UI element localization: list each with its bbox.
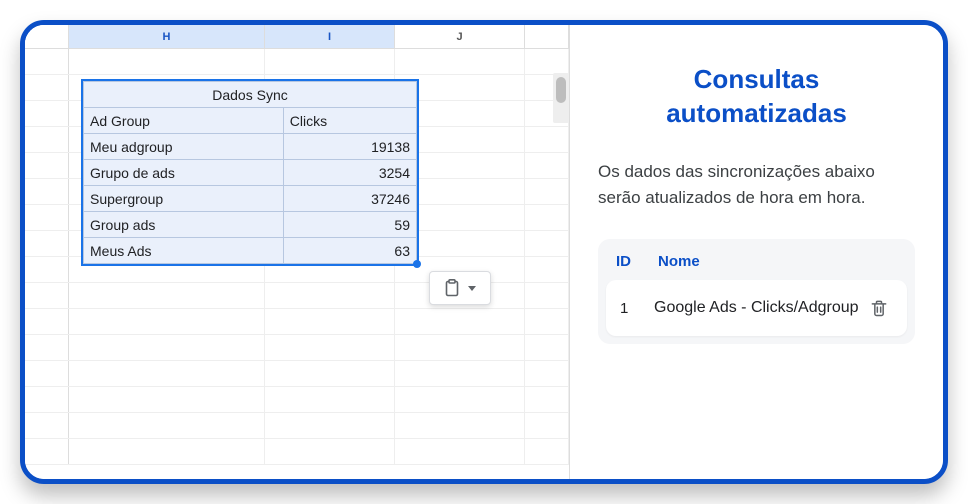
table-title-cell[interactable]: Dados Sync — [84, 82, 417, 108]
queries-card: ID Nome 1 Google Ads - Clicks/Adgroup — [598, 239, 915, 344]
trash-icon — [869, 298, 889, 318]
cell-clicks[interactable]: 59 — [283, 212, 416, 238]
table-row: Meu adgroup 19138 — [84, 134, 417, 160]
queries-header: ID Nome — [598, 239, 915, 280]
cell-adgroup[interactable]: Group ads — [84, 212, 284, 238]
cell-clicks[interactable]: 37246 — [283, 186, 416, 212]
query-id: 1 — [620, 300, 654, 317]
app-frame: H I J — [20, 20, 948, 484]
delete-query-button[interactable] — [865, 294, 893, 322]
clipboard-icon — [444, 279, 460, 297]
table-row: Group ads 59 — [84, 212, 417, 238]
cell-clicks[interactable]: 63 — [283, 238, 416, 264]
sidebar-title-line1: Consultas — [694, 64, 820, 94]
column-header-H[interactable]: H — [69, 25, 265, 48]
chevron-down-icon — [468, 286, 476, 291]
cell-clicks[interactable]: 3254 — [283, 160, 416, 186]
origin-cell[interactable] — [25, 25, 69, 48]
spreadsheet-pane: H I J — [25, 25, 570, 479]
scrollbar-thumb[interactable] — [556, 77, 566, 103]
header-clicks[interactable]: Clicks — [283, 108, 416, 134]
table-row: Meus Ads 63 — [84, 238, 417, 264]
column-header-I[interactable]: I — [265, 25, 395, 48]
selection-handle[interactable] — [413, 260, 421, 268]
cell-adgroup[interactable]: Supergroup — [84, 186, 284, 212]
cell-adgroup[interactable]: Grupo de ads — [84, 160, 284, 186]
sidebar-title-line2: automatizadas — [666, 98, 847, 128]
cell-adgroup[interactable]: Meu adgroup — [84, 134, 284, 160]
paste-options-button[interactable] — [429, 271, 491, 305]
queries-header-id: ID — [616, 253, 658, 270]
query-name: Google Ads - Clicks/Adgroup — [654, 297, 865, 319]
header-adgroup[interactable]: Ad Group — [84, 108, 284, 134]
cell-adgroup[interactable]: Meus Ads — [84, 238, 284, 264]
column-header-extra[interactable] — [525, 25, 569, 48]
queries-header-name: Nome — [658, 253, 897, 270]
data-table: Dados Sync Ad Group Clicks Meu adgroup 1… — [83, 81, 417, 264]
vertical-scrollbar[interactable] — [553, 73, 569, 123]
column-headers: H I J — [25, 25, 569, 49]
sidebar-title: Consultas automatizadas — [598, 63, 915, 131]
table-row: Grupo de ads 3254 — [84, 160, 417, 186]
cell-clicks[interactable]: 19138 — [283, 134, 416, 160]
column-header-J[interactable]: J — [395, 25, 525, 48]
query-row[interactable]: 1 Google Ads - Clicks/Adgroup — [606, 280, 907, 336]
selection-range: Dados Sync Ad Group Clicks Meu adgroup 1… — [81, 79, 419, 266]
sidebar-description: Os dados das sincronizações abaixo serão… — [598, 159, 915, 212]
table-row: Supergroup 37246 — [84, 186, 417, 212]
sidebar-panel: Consultas automatizadas Os dados das sin… — [570, 25, 943, 479]
